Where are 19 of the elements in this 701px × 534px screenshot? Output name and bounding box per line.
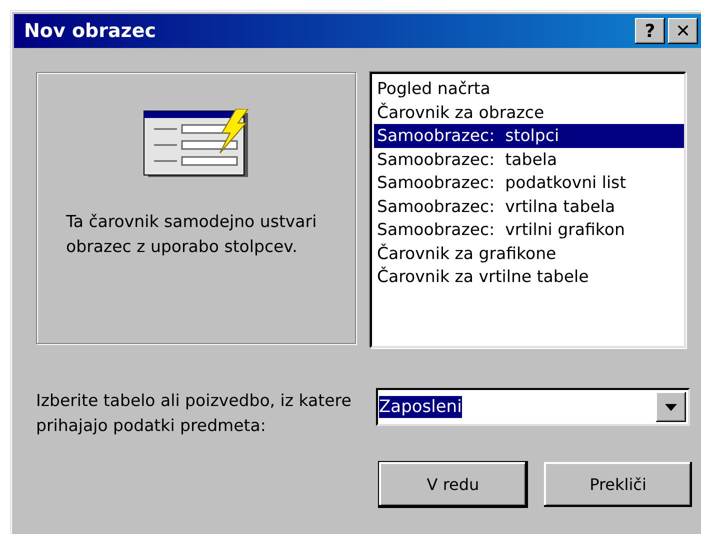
list-item[interactable]: Samoobrazec: vrtilna tabela — [374, 194, 684, 218]
window-title: Nov obrazec — [24, 20, 158, 42]
source-dropdown[interactable]: Zaposleni — [376, 388, 690, 426]
list-item[interactable]: Samoobrazec: vrtilni grafikon — [374, 218, 684, 242]
ok-button[interactable]: V redu — [379, 462, 527, 507]
caret-icon — [665, 404, 677, 410]
help-button[interactable]: ? — [635, 18, 665, 44]
list-item[interactable]: Samoobrazec: podatkovni list — [374, 171, 684, 194]
source-label: Izberite tabelo ali poizvedbo, iz katere prihajajo podatki predmeta: — [36, 390, 352, 437]
cancel-button[interactable]: Prekliči — [544, 462, 692, 507]
list-item[interactable]: Samoobrazec: tabela — [374, 148, 684, 171]
dropdown-button[interactable] — [656, 392, 686, 422]
list-item[interactable]: Čarovnik za obrazce — [374, 100, 684, 124]
list-item[interactable]: Čarovnik za grafikone — [374, 242, 684, 265]
list-item[interactable]: Pogled načrta — [374, 77, 684, 100]
list-item[interactable]: Samoobrazec: stolpci — [374, 124, 684, 148]
close-button[interactable]: ✕ — [668, 18, 698, 44]
list-item[interactable]: Čarovnik za vrtilne tabele — [374, 265, 684, 288]
description-text: Ta čarovnik samodejno ustvari obrazec z uporabo stolpcev. — [66, 211, 318, 258]
